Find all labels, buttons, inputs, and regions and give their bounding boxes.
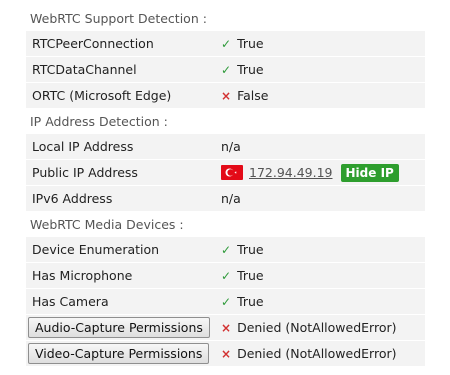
audio-permission-row: Audio-Capture Permissions × Denied (NotAl… (26, 315, 425, 340)
check-icon: ✓ (221, 294, 232, 309)
check-icon: ✓ (221, 268, 232, 283)
row-label: Local IP Address (32, 139, 134, 154)
row-label: Device Enumeration (32, 242, 160, 257)
support-row: ORTC (Microsoft Edge) × False (26, 83, 425, 108)
ipv6-row: IPv6 Address n/a (26, 186, 425, 211)
row-value: True (237, 36, 264, 51)
public-ip-link[interactable]: 172.94.49.19 (249, 165, 333, 180)
row-label: IPv6 Address (32, 191, 113, 206)
support-section-title: WebRTC Support Detection : (30, 11, 207, 26)
row-value: True (237, 294, 264, 309)
media-row: Device Enumeration ✓ True (26, 237, 425, 262)
cross-icon: × (221, 346, 232, 361)
video-permission-row: Video-Capture Permissions × Denied (NotAl… (26, 341, 425, 366)
row-value: False (237, 88, 269, 103)
row-label: ORTC (Microsoft Edge) (32, 88, 172, 103)
row-value: n/a (221, 191, 241, 206)
media-section-title: WebRTC Media Devices : (30, 217, 184, 232)
ip-section-title: IP Address Detection : (30, 114, 168, 129)
media-row: Has Microphone ✓ True (26, 263, 425, 288)
check-icon: ✓ (221, 36, 232, 51)
public-ip-row: Public IP Address 172.94.49.19 Hide IP (26, 160, 425, 185)
row-value: n/a (221, 139, 241, 154)
row-label: Has Camera (32, 294, 109, 309)
video-capture-permissions-button[interactable]: Video-Capture Permissions (28, 343, 210, 364)
turkey-flag-icon (221, 165, 243, 180)
check-icon: ✓ (221, 242, 232, 257)
row-value: True (237, 268, 264, 283)
row-label: RTCPeerConnection (32, 36, 154, 51)
local-ip-row: Local IP Address n/a (26, 134, 425, 159)
hide-ip-button[interactable]: Hide IP (340, 163, 399, 182)
row-value: Denied (NotAllowedError) (237, 320, 397, 335)
webrtc-results: WebRTC Support Detection : RTCPeerConnec… (26, 6, 425, 367)
check-icon: ✓ (221, 62, 232, 77)
cross-icon: × (221, 88, 232, 103)
cross-icon: × (221, 320, 232, 335)
row-value: Denied (NotAllowedError) (237, 346, 397, 361)
support-row: RTCPeerConnection ✓ True (26, 31, 425, 56)
audio-capture-permissions-button[interactable]: Audio-Capture Permissions (28, 317, 210, 338)
row-label: Has Microphone (32, 268, 133, 283)
support-row: RTCDataChannel ✓ True (26, 57, 425, 82)
row-label: Public IP Address (32, 165, 138, 180)
row-label: RTCDataChannel (32, 62, 137, 77)
row-value: True (237, 242, 264, 257)
media-row: Has Camera ✓ True (26, 289, 425, 314)
row-value: True (237, 62, 264, 77)
